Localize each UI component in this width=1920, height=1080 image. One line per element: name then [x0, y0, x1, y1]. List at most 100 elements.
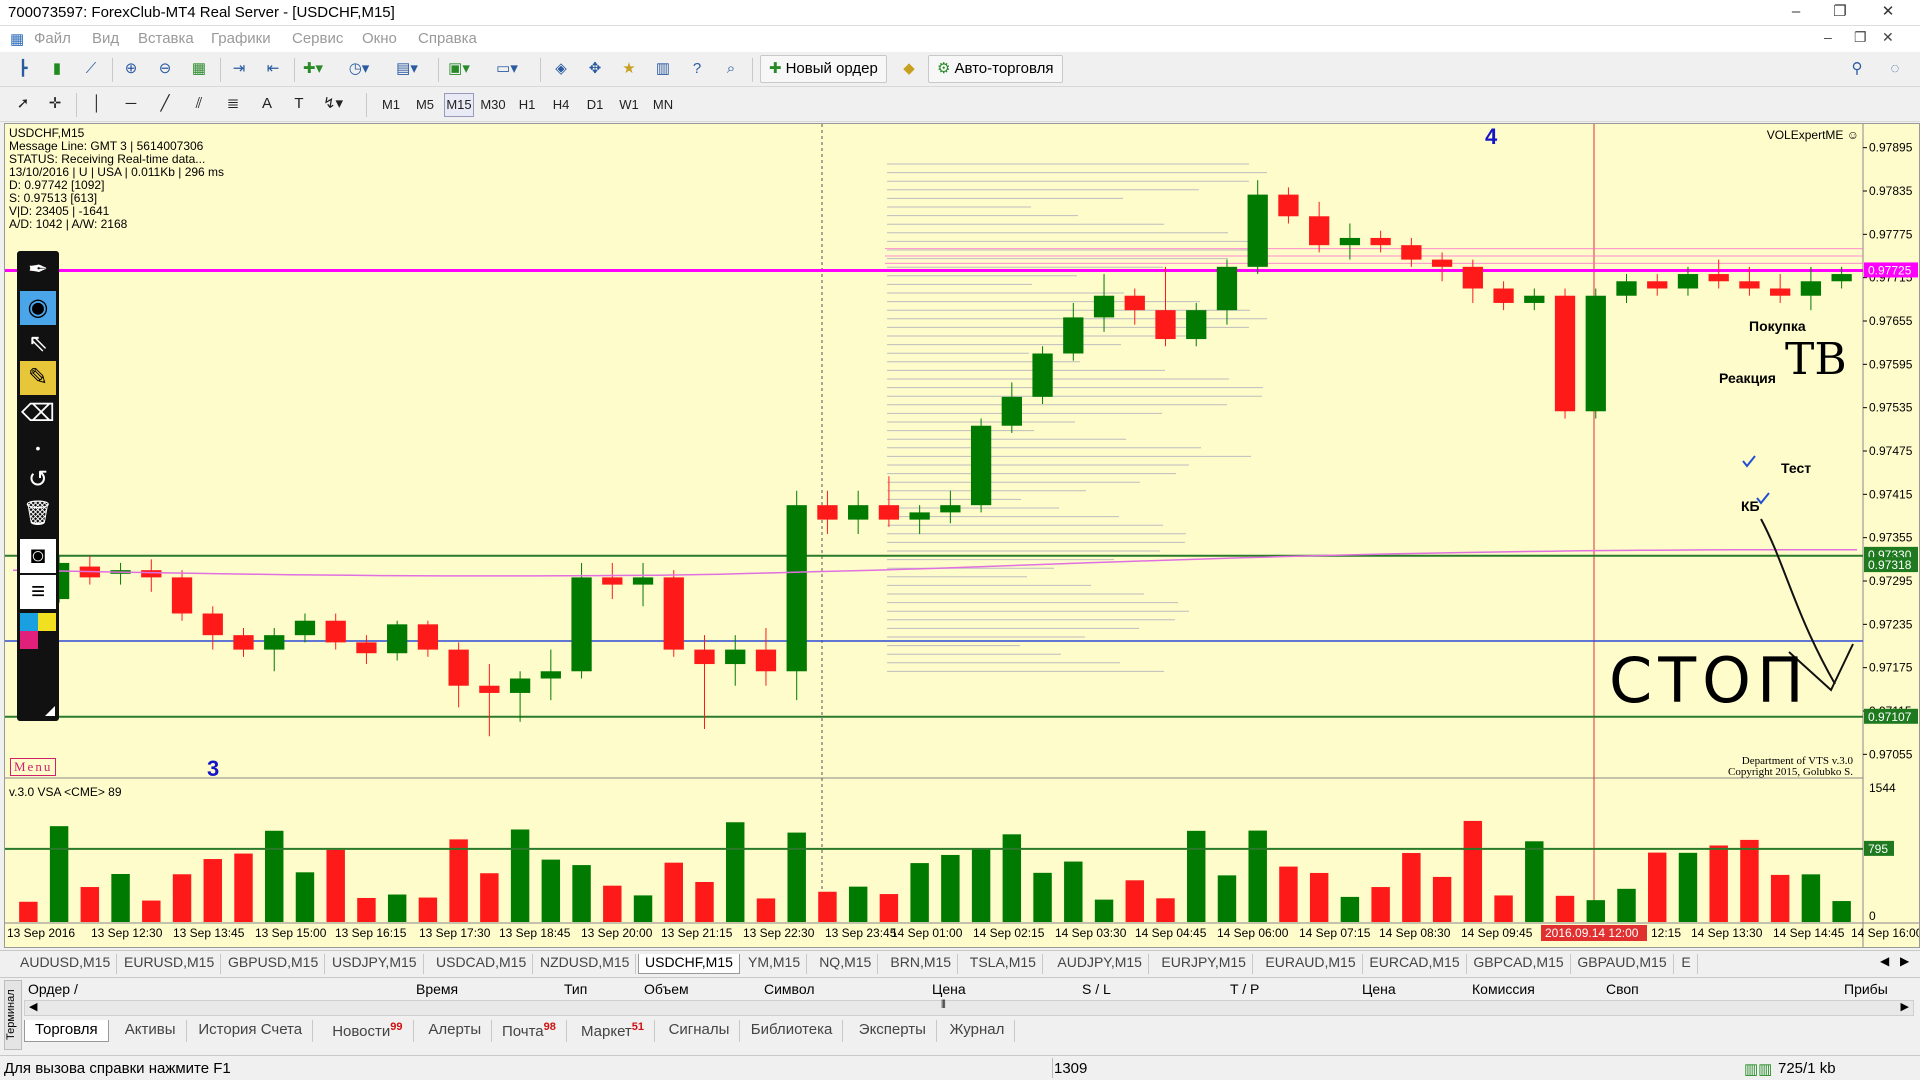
tester-icon[interactable]: ⌕ [718, 57, 744, 81]
crosshair-icon[interactable]: ✥ [582, 57, 608, 81]
terminal-column-header[interactable]: Объем [644, 981, 689, 997]
symbol-tab[interactable]: EURCAD,M15 [1363, 954, 1467, 974]
minimize-button[interactable]: – [1776, 1, 1816, 23]
market-watch-icon[interactable]: ◈ [548, 57, 574, 81]
menu-help[interactable]: Справка [418, 30, 477, 47]
symbol-tab[interactable]: USDCAD,M15 [430, 954, 534, 974]
text-tool-icon[interactable]: A [254, 92, 280, 116]
terminal-tab[interactable]: Активы [115, 1020, 187, 1042]
tab-scroll-left-icon[interactable]: ◀ [1880, 954, 1889, 968]
terminal-column-header[interactable]: Комиссия [1472, 981, 1535, 997]
menu-tools[interactable]: Сервис [292, 30, 343, 47]
profiles-icon[interactable]: ▭▾ [494, 57, 520, 81]
terminal-tab[interactable]: Библиотека [741, 1020, 844, 1042]
terminal-tab[interactable]: Сигналы [659, 1020, 741, 1042]
color-yellow-swatch[interactable] [38, 613, 56, 631]
horizontal-line-icon[interactable]: ─ [118, 92, 144, 116]
terminal-tab[interactable]: Почта98 [492, 1020, 567, 1042]
channel-icon[interactable]: ⫽ [186, 92, 212, 116]
terminal-scrollbar[interactable]: ◀ ⦀ ▶ [24, 999, 1914, 1016]
templates-icon[interactable]: ▤▾ [394, 57, 420, 81]
price-chart[interactable]: 0.978950.978350.977750.977150.976550.975… [5, 124, 1919, 947]
help-icon[interactable]: ? [684, 57, 710, 81]
terminal-column-header[interactable]: T / P [1230, 981, 1259, 997]
zoom-in-icon[interactable]: ⊕ [118, 57, 144, 81]
symbol-tab[interactable]: EURJPY,M15 [1155, 954, 1253, 974]
pen-icon[interactable]: ✒ [20, 253, 56, 287]
eye-icon[interactable]: ◉ [20, 291, 56, 325]
undo-icon[interactable]: ↺ [20, 463, 56, 497]
symbol-tab[interactable]: E [1675, 954, 1698, 974]
tf-m5[interactable]: M5 [410, 93, 440, 117]
periods-icon[interactable]: ◷▾ [346, 57, 372, 81]
terminal-column-header[interactable]: Тип [564, 981, 587, 997]
autoscroll-icon[interactable]: ⇤ [260, 57, 286, 81]
chart-window[interactable]: 0.97895 0.97835 0.97775 0.97715 0.97655 0.975… [4, 123, 1920, 948]
tile-windows-icon[interactable]: ▦ [186, 57, 212, 81]
symbol-tab[interactable]: YM,M15 [742, 954, 808, 974]
symbol-tab[interactable]: GBPUSD,M15 [222, 954, 326, 974]
menu-window[interactable]: Окно [362, 30, 397, 47]
symbol-tab[interactable]: USDCHF,M15 [638, 954, 740, 974]
terminal-column-header[interactable]: Время [416, 981, 458, 997]
scroll-thumb-icon[interactable]: ⦀ [941, 999, 946, 1012]
tf-w1[interactable]: W1 [614, 93, 644, 117]
symbol-tab[interactable]: EURUSD,M15 [118, 954, 222, 974]
menu-view[interactable]: Вид [92, 30, 119, 47]
tf-h1[interactable]: H1 [512, 93, 542, 117]
candlestick-icon[interactable]: ▮ [44, 57, 70, 81]
bar-chart-icon[interactable]: ┣ [10, 57, 36, 81]
metaeditor-icon[interactable]: ◆ [896, 57, 922, 81]
tf-m15[interactable]: M15 [444, 93, 474, 117]
cursor-icon[interactable]: ➚ [10, 92, 36, 116]
close-button[interactable]: ✕ [1868, 1, 1908, 23]
color-magenta-swatch[interactable] [20, 631, 38, 649]
mdi-restore-button[interactable]: ❐ [1854, 29, 1867, 46]
symbol-tab[interactable]: GBPCAD,M15 [1467, 954, 1571, 974]
terminal-icon[interactable]: ▥ [650, 57, 676, 81]
tf-h4[interactable]: H4 [546, 93, 576, 117]
auto-trading-button[interactable]: ⚙ Авто-торговля [928, 55, 1063, 83]
chart-shift-icon[interactable]: ⇥ [226, 57, 252, 81]
terminal-tab[interactable]: Алерты [418, 1020, 493, 1042]
menu-file[interactable]: Файл [34, 30, 71, 47]
symbol-tab[interactable]: GBPAUD,M15 [1571, 954, 1674, 974]
trendline-icon[interactable]: ╱ [152, 92, 178, 116]
scroll-left-icon[interactable]: ◀ [29, 1000, 37, 1013]
dot-icon[interactable]: • [20, 431, 56, 465]
terminal-tab[interactable]: Журнал [940, 1020, 1016, 1042]
tf-m30[interactable]: M30 [478, 93, 508, 117]
tag-icon[interactable]: ✎ [20, 361, 56, 395]
vertical-line-icon[interactable]: │ [84, 92, 110, 116]
fibonacci-icon[interactable]: ≣ [220, 92, 246, 116]
crosshair-tool-icon[interactable]: ✛ [42, 92, 68, 116]
terminal-column-header[interactable]: Символ [764, 981, 814, 997]
symbol-tab[interactable]: TSLA,M15 [964, 954, 1043, 974]
terminal-tab[interactable]: Эксперты [849, 1020, 937, 1042]
symbol-tab[interactable]: AUDJPY,M15 [1051, 954, 1149, 974]
symbol-tab[interactable]: NZDUSD,M15 [534, 954, 637, 974]
terminal-column-header[interactable]: Своп [1606, 981, 1639, 997]
tab-scroll-right-icon[interactable]: ▶ [1900, 954, 1909, 968]
scroll-right-icon[interactable]: ▶ [1901, 1000, 1909, 1013]
trash-icon[interactable]: 🗑 [20, 497, 56, 531]
symbol-tab[interactable]: AUDUSD,M15 [14, 954, 118, 974]
terminal-column-header[interactable]: Цена [1362, 981, 1396, 997]
terminal-column-header[interactable]: Ордер / [28, 981, 78, 997]
search-icon[interactable]: ⚲ [1844, 57, 1870, 81]
arrows-icon[interactable]: ↯▾ [320, 92, 346, 116]
indicators-icon[interactable]: ✚▾ [300, 57, 326, 81]
menu-button[interactable]: Menu [10, 758, 57, 776]
zoom-out-icon[interactable]: ⊖ [152, 57, 178, 81]
navigator-icon[interactable]: ★ [616, 57, 642, 81]
text-label-icon[interactable]: T [286, 92, 312, 116]
color-cyan-swatch[interactable] [20, 613, 38, 631]
resize-handle-icon[interactable] [45, 706, 55, 716]
symbol-tab[interactable]: EURAUD,M15 [1259, 954, 1363, 974]
new-order-button[interactable]: ✚ Новый ордер [760, 55, 887, 83]
pointer-icon[interactable]: ⇖ [20, 327, 56, 361]
symbol-tab[interactable]: BRN,M15 [884, 954, 959, 974]
menu-insert[interactable]: Вставка [138, 30, 194, 47]
mdi-close-button[interactable]: ✕ [1882, 29, 1894, 46]
tf-d1[interactable]: D1 [580, 93, 610, 117]
